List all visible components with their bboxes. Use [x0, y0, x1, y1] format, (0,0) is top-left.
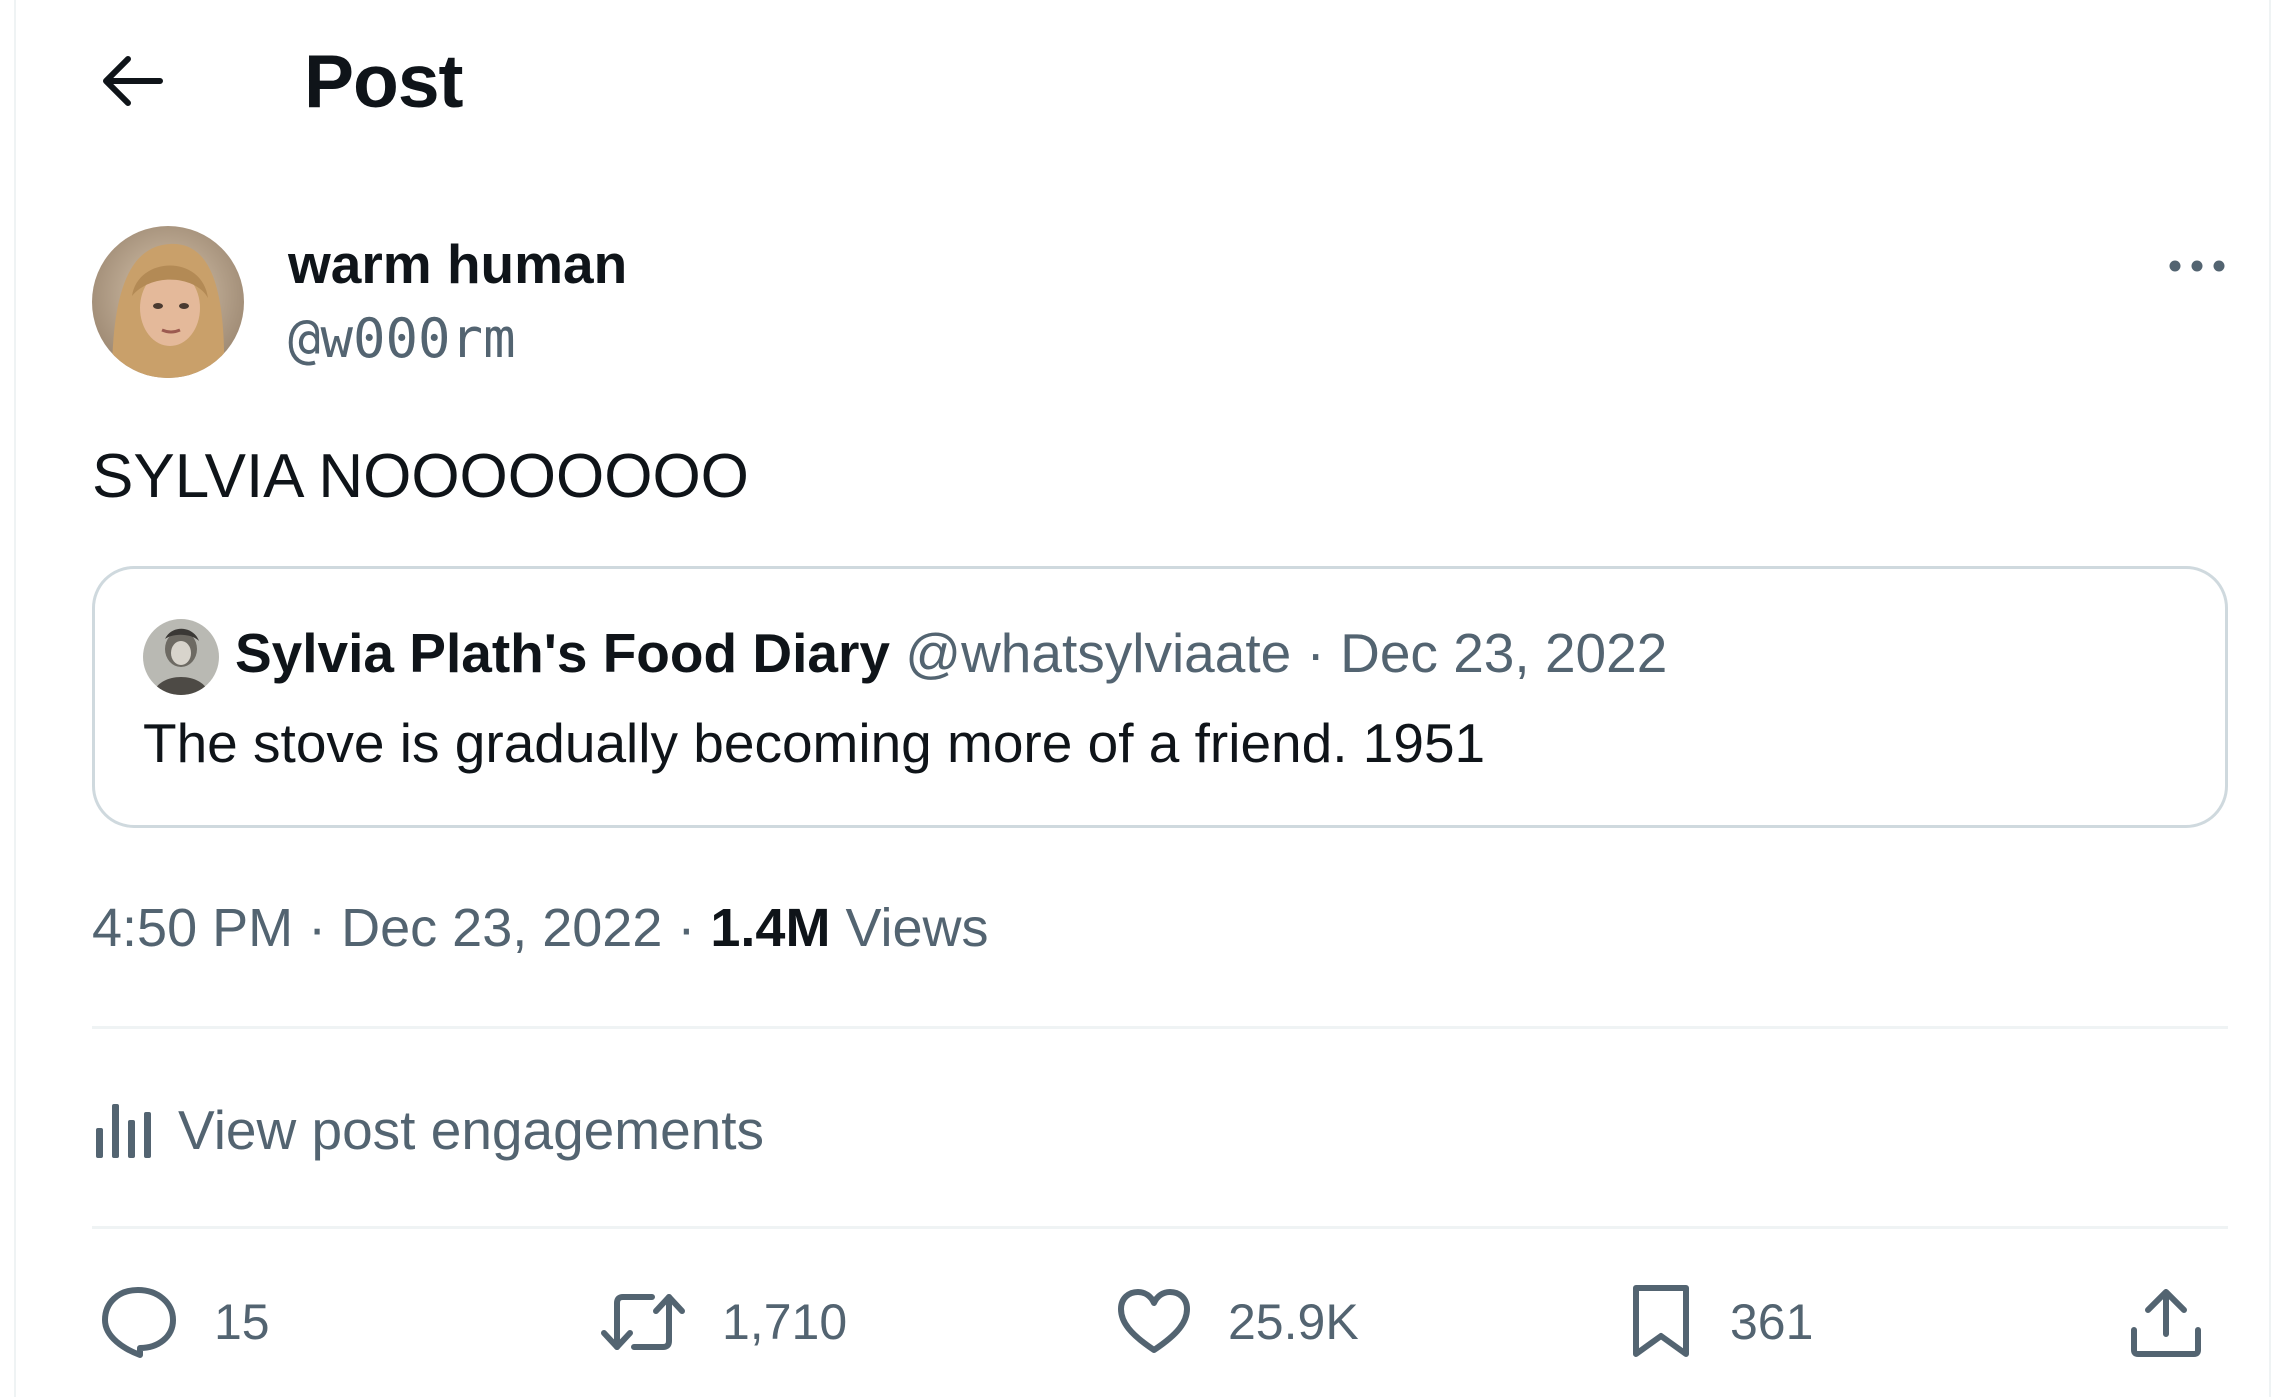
views-label: Views: [845, 898, 989, 958]
bookmark-icon: [1633, 1285, 1689, 1357]
view-engagements-button[interactable]: View post engagements: [92, 1090, 764, 1170]
quote-header: Sylvia Plath's Food Diary @whatsylviaate…: [235, 617, 1667, 689]
quote-author-avatar: [143, 619, 219, 695]
author-handle[interactable]: @w000rm: [288, 308, 516, 370]
engagements-label: View post engagements: [178, 1099, 765, 1161]
divider: [92, 1026, 2228, 1029]
post-page: Post warm human @w000rm SYLVIA NOOOOOOOO…: [14, 0, 2271, 1397]
bar-chart-icon: [96, 1104, 151, 1158]
views-count: 1.4M: [710, 898, 831, 958]
like-button[interactable]: 25.9K: [1116, 1282, 1359, 1362]
post-text: SYLVIA NOOOOOOOO: [92, 442, 749, 511]
meta-separator: ·: [308, 898, 327, 958]
author-display-name[interactable]: warm human: [288, 232, 627, 296]
quote-author-name[interactable]: Sylvia Plath's Food Diary: [235, 622, 890, 684]
divider: [92, 1226, 2228, 1229]
share-button[interactable]: [2128, 1282, 2240, 1362]
repost-arrows-icon: [601, 1294, 685, 1350]
page-title: Post: [304, 39, 464, 123]
arrow-left-icon: [103, 56, 163, 106]
quote-date[interactable]: Dec 23, 2022: [1340, 622, 1667, 684]
like-count: 25.9K: [1228, 1294, 1359, 1350]
repost-button[interactable]: 1,710: [600, 1282, 847, 1362]
more-options-button[interactable]: [2152, 236, 2242, 296]
share-upload-icon: [2131, 1289, 2201, 1357]
reply-count: 15: [214, 1294, 270, 1350]
quote-text: The stove is gradually becoming more of …: [143, 712, 1486, 774]
post-meta: 4:50 PM · Dec 23, 2022 · 1.4M Views: [92, 892, 989, 964]
heart-icon: [1118, 1289, 1190, 1353]
bookmark-button[interactable]: 361: [1628, 1282, 1813, 1362]
bookmark-count: 361: [1730, 1294, 1814, 1350]
more-horizontal-icon: [2169, 260, 2225, 272]
post-time[interactable]: 4:50 PM: [92, 898, 293, 958]
reply-button[interactable]: 15: [100, 1282, 270, 1362]
speech-bubble-icon: [102, 1287, 176, 1358]
quote-separator: ·: [1306, 622, 1325, 684]
quote-author-handle[interactable]: @whatsylviaate: [905, 622, 1291, 684]
back-button[interactable]: [76, 40, 186, 122]
post-date[interactable]: Dec 23, 2022: [341, 898, 662, 958]
repost-count: 1,710: [722, 1294, 848, 1350]
meta-separator: ·: [677, 898, 696, 958]
quoted-post-card[interactable]: Sylvia Plath's Food Diary @whatsylviaate…: [92, 566, 2228, 828]
author-avatar[interactable]: [92, 226, 244, 378]
